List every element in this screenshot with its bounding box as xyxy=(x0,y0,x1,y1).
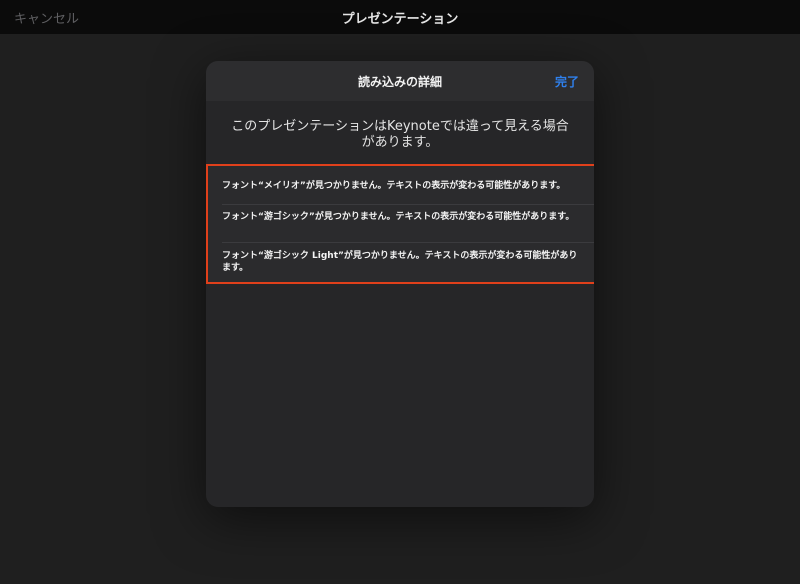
import-details-sheet: 読み込みの詳細 完了 このプレゼンテーションはKeynoteでは違って見える場合… xyxy=(206,61,594,507)
divider xyxy=(222,204,594,205)
sheet-message: このプレゼンテーションはKeynoteでは違って見える場合があります。 xyxy=(231,119,569,150)
done-button[interactable]: 完了 xyxy=(555,73,579,90)
warning-item-3: フォント“游ゴシック Light”が見つかりません。テキストの表示が変わる可能性… xyxy=(222,251,578,273)
top-bar: キャンセル プレゼンテーション xyxy=(0,0,800,34)
warning-item-2: フォント“游ゴシック”が見つかりません。テキストの表示が変わる可能性があります。 xyxy=(222,212,575,222)
sheet-header: 読み込みの詳細 完了 xyxy=(206,61,594,101)
sheet-title: 読み込みの詳細 xyxy=(357,75,442,89)
divider xyxy=(222,242,594,243)
warnings-list: フォント“メイリオ”が見つかりません。テキストの表示が変わる可能性があります。 … xyxy=(206,164,594,284)
window-title: プレゼンテーション xyxy=(341,12,459,27)
warning-item-1: フォント“メイリオ”が見つかりません。テキストの表示が変わる可能性があります。 xyxy=(222,181,566,191)
